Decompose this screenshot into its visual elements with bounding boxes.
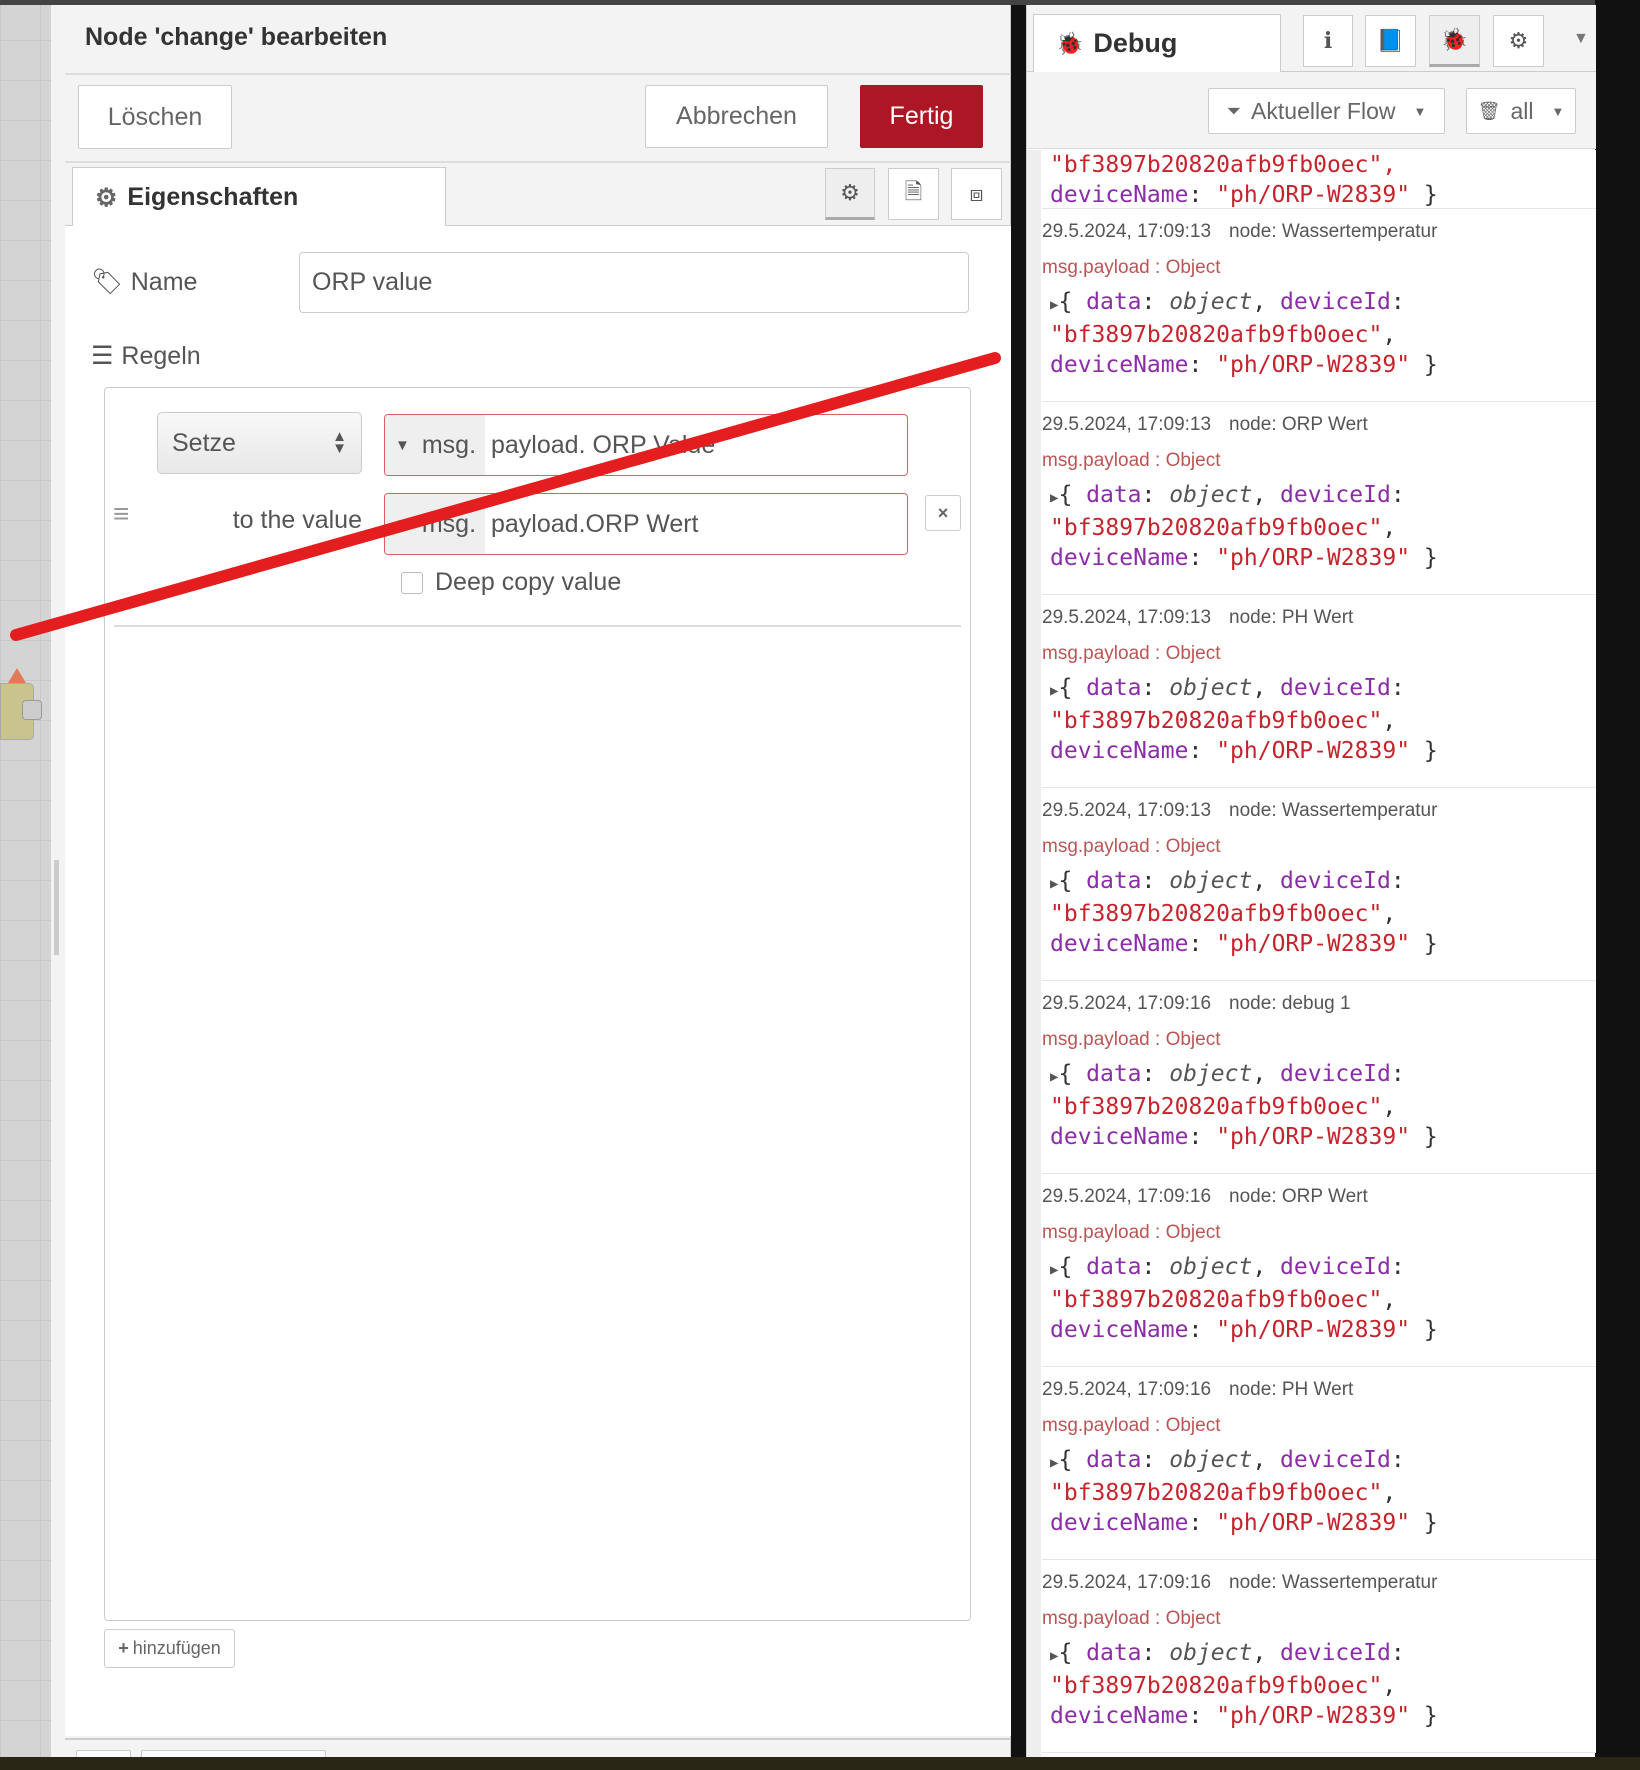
annotation-strike-line: [10, 352, 1001, 641]
red-strike-line: [10, 352, 1001, 641]
